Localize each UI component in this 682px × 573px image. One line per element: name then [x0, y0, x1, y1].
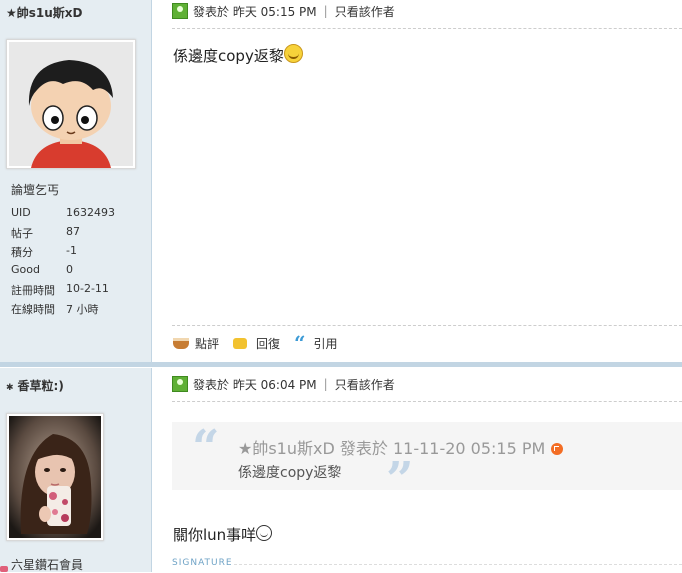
stat-value[interactable]: 87: [66, 225, 80, 244]
online-status-icon: [172, 376, 188, 392]
posted-prefix: 發表於: [193, 4, 230, 19]
stat-value: 1632493: [66, 206, 115, 219]
posted-prefix: 發表於: [193, 377, 230, 392]
actions-divider-line: [172, 325, 682, 326]
close-quote-icon: ”: [386, 452, 414, 508]
post2-content: 關你lun事咩: [173, 524, 273, 545]
quote-label: 引用: [313, 336, 338, 351]
photo-avatar-image: [9, 416, 101, 538]
stat-label: 註冊時間: [11, 284, 55, 297]
meta-divider-line: [172, 401, 682, 402]
only-author-link[interactable]: 只看該作者: [335, 376, 395, 393]
chat-bubble-icon: [233, 337, 248, 349]
post1-author-name[interactable]: ★帥s1u斯xD: [6, 4, 83, 21]
go-to-post-icon[interactable]: [551, 443, 564, 455]
post-time: 昨天 05:15 PM: [232, 4, 317, 19]
quote-block: “ ★帥s1u斯xD 發表於 11-11-20 05:15 PM 係邊度copy…: [172, 420, 682, 504]
post2-author-name[interactable]: 香草粒:): [18, 379, 64, 393]
post2-avatar[interactable]: [6, 413, 104, 541]
reply-button[interactable]: 回復: [233, 335, 280, 352]
post1-stats: UID 1632493 帖子 87 積分 -1 Good 0 註冊時間 10-2-11 在…: [11, 206, 115, 320]
stat-value: 7 小時: [66, 303, 99, 316]
stat-label: 在線時間: [11, 303, 55, 316]
stat-label: Good: [11, 263, 40, 276]
post1-rank[interactable]: 論壇乞丐: [11, 181, 59, 198]
quote-button[interactable]: “ 引用: [294, 333, 338, 353]
stat-value: 0: [66, 263, 73, 276]
coffee-cup-icon: [173, 337, 189, 349]
rate-button[interactable]: 點評: [173, 335, 219, 352]
smiley-icon: [283, 44, 303, 63]
online-dot-icon: ✱: [6, 383, 14, 393]
online-status-icon: [172, 3, 188, 19]
post1-text: 係邊度copy返黎: [173, 47, 284, 65]
rate-label: 點評: [195, 336, 220, 351]
meta-divider-line: [172, 28, 682, 29]
post2-author[interactable]: ✱ 香草粒:): [6, 377, 64, 394]
stat-value: 10-2-11: [66, 282, 109, 295]
post1-meta: 發表於 昨天 05:15 PM | 只看該作者: [172, 2, 395, 20]
post-separator-highlight: [0, 367, 682, 368]
quote-icon: “: [294, 331, 306, 355]
rank-star-icon: [0, 566, 8, 572]
stat-label: 帖子: [11, 227, 33, 240]
open-quote-icon: “: [192, 420, 220, 476]
stat-label: 積分: [11, 246, 33, 259]
post1-avatar[interactable]: [6, 39, 136, 169]
cartoon-avatar-image: [9, 42, 133, 168]
reply-label: 回復: [256, 336, 281, 351]
stat-label: UID: [11, 206, 31, 219]
signature-label: SIGNATURE: [172, 558, 233, 568]
post2-meta: 發表於 昨天 06:04 PM | 只看該作者: [172, 375, 395, 393]
meta-divider: |: [323, 377, 328, 391]
smiley-icon: [256, 525, 273, 541]
post1-content: 係邊度copy返黎: [173, 44, 303, 66]
post2-rank[interactable]: 六星鑽石會員: [11, 556, 83, 573]
only-author-link[interactable]: 只看該作者: [335, 3, 395, 20]
signature-divider: [234, 564, 682, 565]
stat-value: -1: [66, 244, 77, 257]
meta-divider: |: [323, 4, 328, 18]
post2-text: 關你lun事咩: [173, 526, 257, 544]
post1-actions: 點評 回復 “ 引用: [173, 333, 352, 353]
quote-body: 係邊度copy返黎: [238, 465, 342, 481]
post-time: 昨天 06:04 PM: [232, 377, 317, 392]
